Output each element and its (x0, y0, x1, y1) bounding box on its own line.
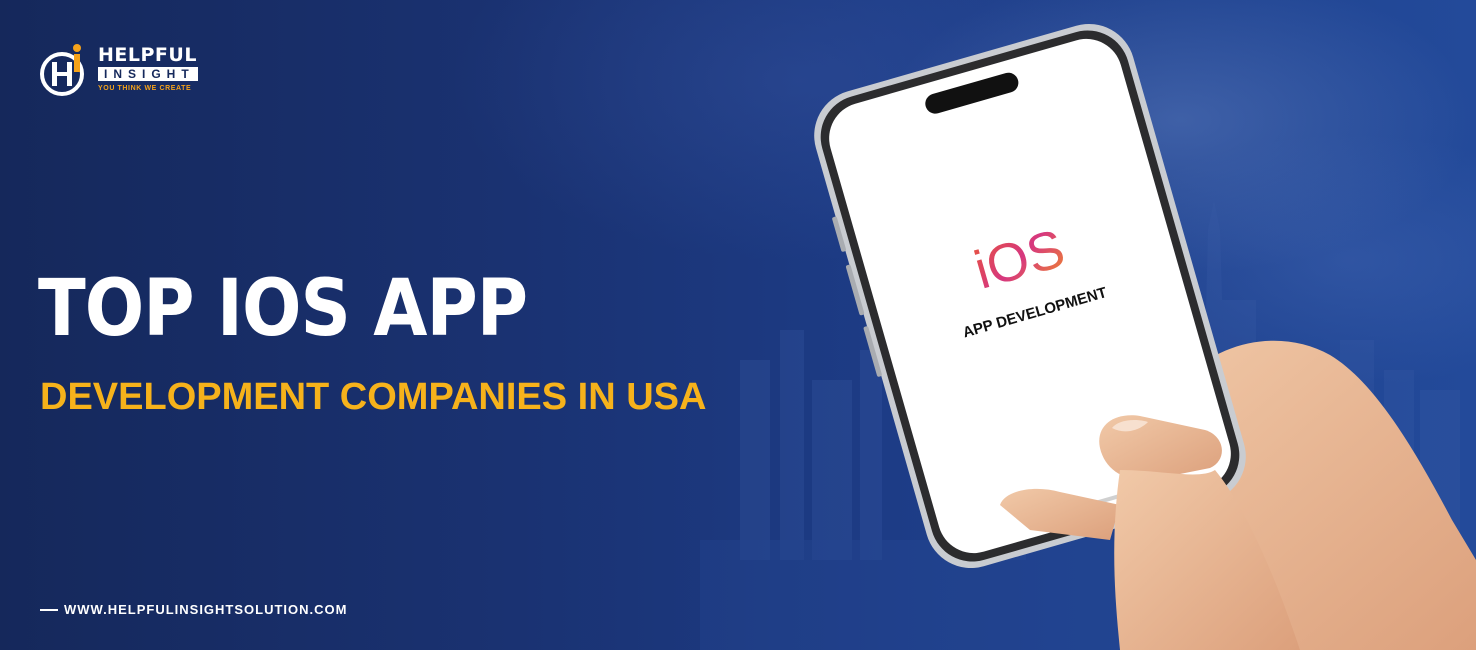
hand-phone-illustration: iOS APP DEVELOPMENT (814, 23, 1476, 650)
banner: HELPFUL INSIGHT YOU THINK WE CREATE TOP … (0, 0, 1476, 650)
